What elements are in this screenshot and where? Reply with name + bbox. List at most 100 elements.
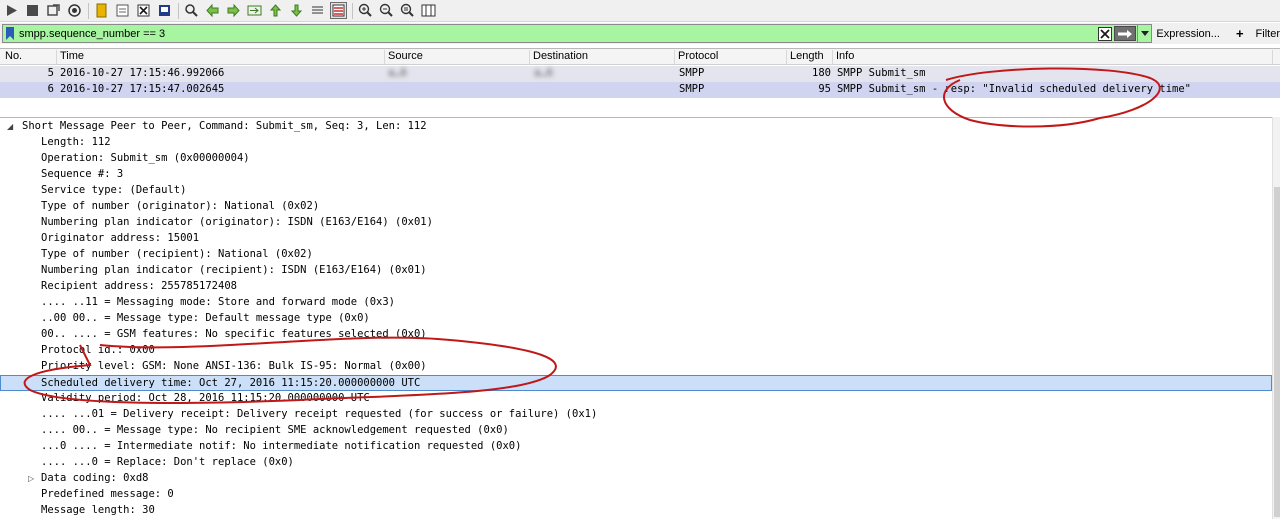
tree-row[interactable]: ..00 00.. = Message type: Default messag…	[0, 311, 1272, 327]
filter-button[interactable]: Filter	[1256, 28, 1280, 40]
column-header-protocol[interactable]: Protocol	[675, 50, 787, 64]
cell-length: 95	[818, 83, 831, 95]
column-header-time[interactable]: Time	[57, 50, 385, 64]
clear-filter-icon[interactable]	[1098, 26, 1113, 41]
column-header-no[interactable]: No.	[2, 50, 57, 64]
open-file-icon[interactable]	[93, 2, 110, 19]
normal-size-icon[interactable]	[399, 2, 416, 19]
cell-info: SMPP Submit_sm	[837, 67, 926, 79]
column-header-length[interactable]: Length	[787, 50, 833, 64]
tree-row[interactable]: .... 00.. = Message type: No recipient S…	[0, 423, 1272, 439]
tree-row-label: Protocol id.: 0x00	[41, 344, 155, 356]
tree-row[interactable]: .... ...01 = Delivery receipt: Delivery …	[0, 407, 1272, 423]
tree-row[interactable]: .... ..11 = Messaging mode: Store and fo…	[0, 295, 1272, 311]
tree-row-label: Numbering plan indicator (originator): I…	[41, 216, 433, 228]
tree-row[interactable]: Type of number (recipient): National (0x…	[0, 247, 1272, 263]
go-forward-icon[interactable]	[225, 2, 242, 19]
apply-filter-icon[interactable]	[1114, 26, 1137, 41]
tree-row-label: .... ...0 = Replace: Don't replace (0x0)	[41, 456, 294, 468]
filter-text[interactable]: smpp.sequence_number == 3	[19, 28, 1098, 40]
start-capture-icon[interactable]	[3, 2, 20, 19]
tree-row-label: Length: 112	[41, 136, 111, 148]
expression-button[interactable]: Expression...	[1156, 28, 1220, 40]
tree-row-label: Service type: (Default)	[41, 184, 187, 196]
go-last-icon[interactable]	[288, 2, 305, 19]
stop-capture-icon[interactable]	[24, 2, 41, 19]
cell-length: 180	[812, 67, 831, 79]
tree-row[interactable]: Predefined message: 0	[0, 487, 1272, 503]
go-first-icon[interactable]	[267, 2, 284, 19]
cell-time: 2016-10-27 17:15:46.992066	[60, 67, 225, 79]
cell-no: 5	[47, 67, 54, 79]
tree-row-label: Originator address: 15001	[41, 232, 200, 244]
tree-row[interactable]: Type of number (originator): National (0…	[0, 199, 1272, 215]
tree-row[interactable]: ...0 .... = Intermediate notif: No inter…	[0, 439, 1272, 455]
tree-row[interactable]: Validity period: Oct 28, 2016 11:15:20.0…	[0, 391, 1272, 407]
column-header-destination[interactable]: Destination	[530, 50, 675, 64]
toolbar-separator	[88, 2, 89, 19]
display-filter-input[interactable]: smpp.sequence_number == 3	[2, 24, 1153, 43]
tree-row-label: Predefined message: 0	[41, 488, 174, 500]
restart-capture-icon[interactable]	[45, 2, 62, 19]
go-back-icon[interactable]	[204, 2, 221, 19]
display-filter-bar: smpp.sequence_number == 3 Expression... …	[0, 23, 1280, 44]
cell-destination: a…6	[534, 67, 553, 79]
tree-row[interactable]: Length: 112	[0, 135, 1272, 151]
chevron-down-icon[interactable]	[1137, 25, 1151, 42]
close-file-icon[interactable]	[135, 2, 152, 19]
zoom-in-icon[interactable]	[357, 2, 374, 19]
zoom-out-icon[interactable]	[378, 2, 395, 19]
tree-row-label: Message length: 30	[41, 504, 155, 516]
tree-row[interactable]: 00.. .... = GSM features: No specific fe…	[0, 327, 1272, 343]
toolbar-separator	[178, 2, 179, 19]
tree-row[interactable]: Operation: Submit_sm (0x00000004)	[0, 151, 1272, 167]
add-filter-button[interactable]: +	[1236, 26, 1244, 41]
go-to-packet-icon[interactable]	[246, 2, 263, 19]
tree-row-label: Type of number (recipient): National (0x…	[41, 248, 313, 260]
packet-list: No. Time Source Destination Protocol Len…	[0, 48, 1280, 112]
tree-row-protocol-header[interactable]: ◢ Short Message Peer to Peer, Command: S…	[0, 119, 1272, 135]
tree-row-label: ..00 00.. = Message type: Default messag…	[41, 312, 370, 324]
tree-row[interactable]: .... ...0 = Replace: Don't replace (0x0)	[0, 455, 1272, 471]
cell-time: 2016-10-27 17:15:47.002645	[60, 83, 225, 95]
tree-row-label: 00.. .... = GSM features: No specific fe…	[41, 328, 427, 340]
tree-row[interactable]: Sequence #: 3	[0, 167, 1272, 183]
tree-row[interactable]: Message length: 30	[0, 503, 1272, 519]
scrollbar-thumb[interactable]	[1274, 187, 1280, 517]
reload-file-icon[interactable]	[156, 2, 173, 19]
tree-row[interactable]: Numbering plan indicator (originator): I…	[0, 215, 1272, 231]
column-header-source[interactable]: Source	[385, 50, 530, 64]
tree-row[interactable]: Service type: (Default)	[0, 183, 1272, 199]
tree-row-label: Validity period: Oct 28, 2016 11:15:20.0…	[41, 392, 370, 404]
tree-row-label: .... ...01 = Delivery receipt: Delivery …	[41, 408, 598, 420]
packet-row[interactable]: 5 2016-10-27 17:15:46.992066 a…6 a…6 SMP…	[0, 66, 1280, 82]
tree-row[interactable]: Numbering plan indicator (recipient): IS…	[0, 263, 1272, 279]
column-header-info[interactable]: Info	[833, 50, 1273, 64]
detail-scrollbar[interactable]	[1272, 117, 1280, 519]
tree-row-label: Sequence #: 3	[41, 168, 124, 180]
tree-row-label: Scheduled delivery time: Oct 27, 2016 11…	[41, 377, 421, 389]
tree-row-label: ...0 .... = Intermediate notif: No inter…	[41, 440, 522, 452]
packet-row-selected[interactable]: 6 2016-10-27 17:15:47.002645 SMPP 95 SMP…	[0, 82, 1280, 98]
tree-row-label: Numbering plan indicator (recipient): IS…	[41, 264, 427, 276]
tree-row-label: .... ..11 = Messaging mode: Store and fo…	[41, 296, 396, 308]
find-packet-icon[interactable]	[183, 2, 200, 19]
capture-options-icon[interactable]	[66, 2, 83, 19]
tree-row[interactable]: Protocol id.: 0x00	[0, 343, 1272, 359]
collapsed-arrow-icon[interactable]: ▷	[28, 474, 34, 483]
tree-row-collapsible[interactable]: ▷ Data coding: 0xd8	[0, 471, 1272, 487]
expanded-arrow-icon[interactable]: ◢	[7, 122, 13, 131]
tree-row[interactable]: Originator address: 15001	[0, 231, 1272, 247]
colorize-icon[interactable]	[330, 2, 347, 19]
bookmark-icon[interactable]	[3, 25, 17, 42]
tree-row-selected[interactable]: Scheduled delivery time: Oct 27, 2016 11…	[0, 375, 1272, 391]
resize-columns-icon[interactable]	[420, 2, 437, 19]
tree-row[interactable]: Recipient address: 255785172408	[0, 279, 1272, 295]
tree-row-label: Operation: Submit_sm (0x00000004)	[41, 152, 250, 164]
tree-row-label: Data coding: 0xd8	[41, 472, 149, 484]
autoscroll-icon[interactable]	[309, 2, 326, 19]
cell-protocol: SMPP	[679, 83, 705, 95]
save-file-icon[interactable]	[114, 2, 131, 19]
cell-protocol: SMPP	[679, 67, 705, 79]
tree-row[interactable]: Priority level: GSM: None ANSI-136: Bulk…	[0, 359, 1272, 375]
